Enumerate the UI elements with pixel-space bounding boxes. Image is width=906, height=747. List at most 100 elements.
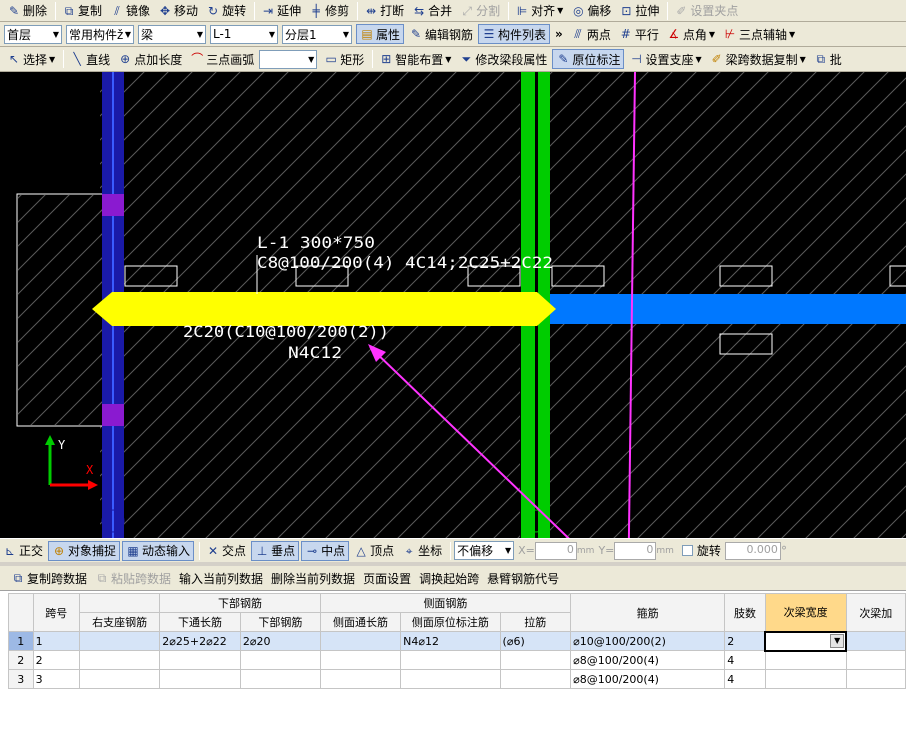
category-select[interactable]: 梁 ▼ — [138, 24, 206, 44]
cell-tie[interactable] — [499, 669, 572, 689]
two-points-button[interactable]: ⫻ 两点 — [568, 24, 614, 44]
cell-right-support[interactable] — [78, 650, 161, 670]
cell-side-through[interactable] — [319, 650, 402, 670]
rotate-checkbox[interactable] — [681, 545, 693, 556]
col-header-sub-width[interactable]: 次梁宽度 — [764, 593, 847, 632]
cell-stirrup[interactable]: ⌀10@100/200(2) — [570, 631, 726, 651]
row-number[interactable]: 2 — [8, 650, 34, 670]
set-support-button[interactable]: ⊣ 设置支座 ▼ — [626, 49, 704, 69]
cell-side-insitu[interactable]: N4⌀12 — [400, 631, 501, 651]
col-header-legs[interactable]: 肢数 — [724, 593, 766, 632]
rotate-button[interactable]: ↻ 旋转 — [203, 1, 249, 21]
row-number[interactable]: 3 — [8, 669, 34, 689]
col-header-stirrup[interactable]: 箍筋 — [570, 593, 726, 632]
floor-select[interactable]: 首层 ▼ — [4, 24, 62, 44]
copy-span-button[interactable]: ⧉ 复制跨数据 — [8, 568, 90, 588]
layer-select[interactable]: 分层1 ▼ — [282, 24, 352, 44]
perpendicular-toggle[interactable]: ⊥ 垂点 — [251, 540, 300, 561]
row-number[interactable]: 1 — [8, 631, 34, 651]
offset-mode-select[interactable]: 不偏移 ▼ — [454, 541, 515, 560]
smart-layout-button[interactable]: ⊞ 智能布置 ▼ — [376, 49, 454, 69]
cell-sub-add[interactable] — [845, 631, 906, 651]
stretch-button[interactable]: ⊡ 拉伸 — [616, 1, 662, 21]
component-select[interactable]: L-1 ▼ — [210, 24, 278, 44]
trim-button[interactable]: ╪ 修剪 — [306, 1, 352, 21]
rect-button[interactable]: ▭ 矩形 — [321, 49, 367, 69]
page-setup-button[interactable]: 页面设置 — [360, 568, 414, 588]
component-type-select[interactable]: 常用构件ž ▼ — [66, 24, 134, 44]
cell-span[interactable]: 1 — [32, 631, 80, 651]
swap-start-button[interactable]: 调换起始跨 — [416, 568, 482, 588]
cell-span[interactable]: 3 — [32, 669, 80, 689]
object-snap-toggle[interactable]: ⊕ 对象捕捉 — [48, 540, 121, 561]
modify-span-props-button[interactable]: ⏷ 修改梁段属性 — [456, 49, 550, 69]
cell-sub-add[interactable] — [845, 650, 906, 670]
cell-legs[interactable]: 2 — [724, 631, 766, 651]
split-button[interactable]: ⤢ 分割 — [457, 1, 503, 21]
rotate-input[interactable]: 0.000 — [724, 541, 781, 560]
align-button[interactable]: ⊫ 对齐 ▼ — [512, 1, 566, 21]
cell-side-through[interactable] — [319, 631, 402, 651]
delete-button[interactable]: ✎ 删除 — [4, 1, 50, 21]
coordinate-toggle[interactable]: ⌖ 坐标 — [399, 541, 445, 561]
cell-legs[interactable]: 4 — [724, 650, 766, 670]
chevron-down-icon[interactable]: ▼ — [830, 633, 845, 648]
col-header-span[interactable]: 跨号 — [32, 593, 80, 632]
mirror-button[interactable]: ⫽ 镜像 — [107, 1, 153, 21]
cell-bottom[interactable]: 2⌀20 — [239, 631, 321, 651]
col-header-right-support[interactable]: 右支座钢筋 — [78, 612, 161, 632]
batch-button[interactable]: ⧉ 批 — [811, 49, 845, 69]
in-situ-label-button[interactable]: ✎ 原位标注 — [552, 49, 625, 69]
col-header-side-through[interactable]: 侧面通长筋 — [319, 612, 402, 632]
component-list-button[interactable]: ☰ 构件列表 — [478, 24, 551, 44]
drawing-canvas[interactable]: L-1 300*750 C8@100/200(4) 4C14;2C25+2C22… — [0, 72, 906, 538]
copy-button[interactable]: ⧉ 复制 — [59, 1, 105, 21]
cell-stirrup[interactable]: ⌀8@100/200(4) — [570, 650, 726, 670]
merge-button[interactable]: ⇆ 合并 — [409, 1, 455, 21]
cell-sub-width-editor[interactable]: ▼ — [764, 630, 848, 652]
parallel-button[interactable]: # 平行 — [616, 24, 662, 44]
cell-legs[interactable]: 4 — [724, 669, 766, 689]
table-row[interactable]: 2 2 ⌀8@100/200(4) 4 — [8, 650, 906, 670]
offset-button[interactable]: ◎ 偏移 — [568, 1, 614, 21]
cell-sub-width[interactable] — [764, 669, 847, 689]
cell-side-insitu[interactable] — [400, 650, 501, 670]
set-grip-button[interactable]: ✐ 设置夹点 — [671, 1, 741, 21]
intersection-toggle[interactable]: ✕ 交点 — [203, 541, 249, 561]
move-button[interactable]: ✥ 移动 — [155, 1, 201, 21]
cell-tie[interactable]: (⌀6) — [499, 631, 572, 651]
three-point-arc-button[interactable]: ⌒ 三点画弧 — [187, 49, 257, 69]
select-button[interactable]: ↖ 选择 ▼ — [4, 49, 58, 69]
cell-side-insitu[interactable] — [400, 669, 501, 689]
cell-bottom[interactable] — [239, 669, 321, 689]
more-tools-button[interactable]: » — [552, 24, 566, 44]
cell-bottom-through[interactable] — [159, 650, 241, 670]
cantilever-code-button[interactable]: 悬臂钢筋代号 — [484, 568, 562, 588]
shape-select[interactable]: ▼ — [259, 49, 318, 69]
cell-bottom[interactable] — [239, 650, 321, 670]
col-header-sub-add[interactable]: 次梁加 — [845, 593, 906, 632]
x-input[interactable]: 0 — [534, 541, 577, 560]
cell-stirrup[interactable]: ⌀8@100/200(4) — [570, 669, 726, 689]
cell-span[interactable]: 2 — [32, 650, 80, 670]
col-header-bottom[interactable]: 下部钢筋 — [239, 612, 321, 632]
cell-bottom-through[interactable] — [159, 669, 241, 689]
dynamic-input-toggle[interactable]: ▦ 动态输入 — [122, 540, 195, 561]
col-header-side-insitu[interactable]: 侧面原位标注筋 — [400, 612, 501, 632]
properties-button[interactable]: ▤ 属性 — [356, 24, 405, 44]
vertex-toggle[interactable]: △ 顶点 — [351, 541, 397, 561]
cell-right-support[interactable] — [78, 631, 161, 651]
col-header-tie[interactable]: 拉筋 — [499, 612, 572, 632]
col-header-bottom-through[interactable]: 下通长筋 — [159, 612, 241, 632]
table-row[interactable]: 3 3 ⌀8@100/200(4) 4 — [8, 669, 906, 689]
cell-bottom-through[interactable]: 2⌀25+2⌀22 — [159, 631, 241, 651]
ortho-toggle[interactable]: ⊾ 正交 — [0, 541, 46, 561]
cell-tie[interactable] — [499, 650, 572, 670]
y-input[interactable]: 0 — [614, 541, 657, 560]
cell-right-support[interactable] — [78, 669, 161, 689]
three-point-axis-button[interactable]: ⊬ 三点辅轴 ▼ — [720, 24, 798, 44]
midpoint-toggle[interactable]: ⊸ 中点 — [301, 540, 350, 561]
cell-sub-add[interactable] — [845, 669, 906, 689]
point-angle-button[interactable]: ∡ 点角 ▼ — [664, 24, 718, 44]
edit-rebar-button[interactable]: ✎ 编辑钢筋 — [406, 24, 476, 44]
